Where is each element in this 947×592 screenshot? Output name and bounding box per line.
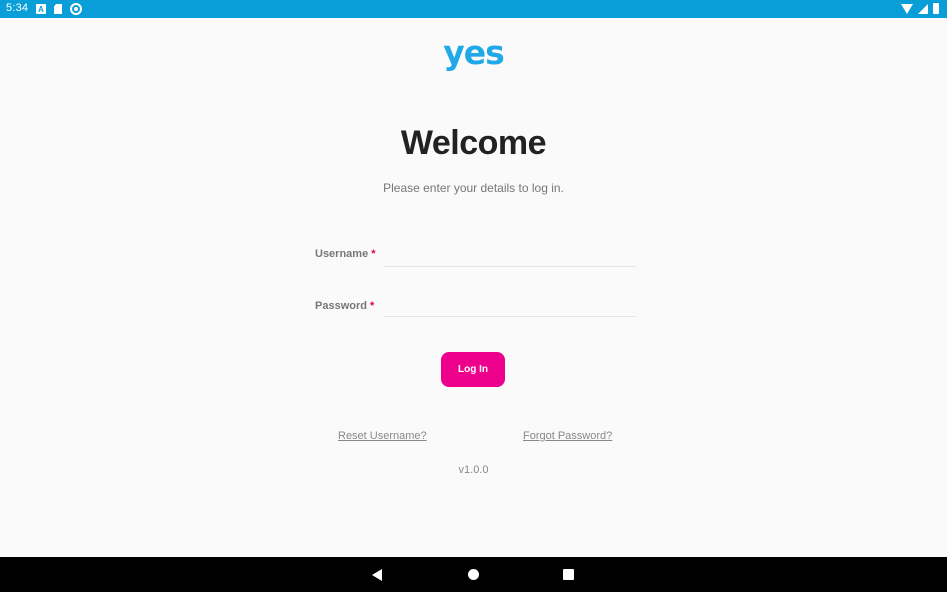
sd-card-icon <box>54 4 62 14</box>
battery-icon <box>933 3 939 14</box>
status-icons-right <box>901 3 939 14</box>
system-nav-bar <box>0 557 947 592</box>
home-icon[interactable] <box>468 569 479 580</box>
wifi-icon <box>901 3 913 14</box>
page-subtitle: Please enter your details to log in. <box>383 181 564 195</box>
password-input[interactable] <box>384 294 636 317</box>
recents-icon[interactable] <box>563 569 574 580</box>
username-required-mark: * <box>371 248 376 260</box>
status-bar: 5:34 A <box>0 0 947 18</box>
password-label-text: Password <box>315 300 367 312</box>
status-time: 5:34 <box>6 2 29 14</box>
app-version: v1.0.0 <box>458 464 489 476</box>
page-title: Welcome <box>400 124 547 162</box>
status-icons-left: A <box>36 3 82 15</box>
username-label: Username * <box>315 248 375 260</box>
password-label: Password * <box>315 300 374 312</box>
forgot-password-link[interactable]: Forgot Password? <box>523 430 612 442</box>
a-icon: A <box>36 4 46 14</box>
signal-icon <box>918 3 928 14</box>
back-icon[interactable] <box>372 569 382 581</box>
sync-icon <box>70 3 82 15</box>
yes-logo: yes <box>443 33 505 72</box>
reset-username-link[interactable]: Reset Username? <box>338 430 427 442</box>
username-input[interactable] <box>384 244 636 267</box>
username-label-text: Username <box>315 248 369 260</box>
login-button[interactable]: Log In <box>441 352 505 387</box>
login-screen: 5:34 A yes Welcome Please enter your det… <box>0 0 947 592</box>
password-required-mark: * <box>369 300 375 312</box>
